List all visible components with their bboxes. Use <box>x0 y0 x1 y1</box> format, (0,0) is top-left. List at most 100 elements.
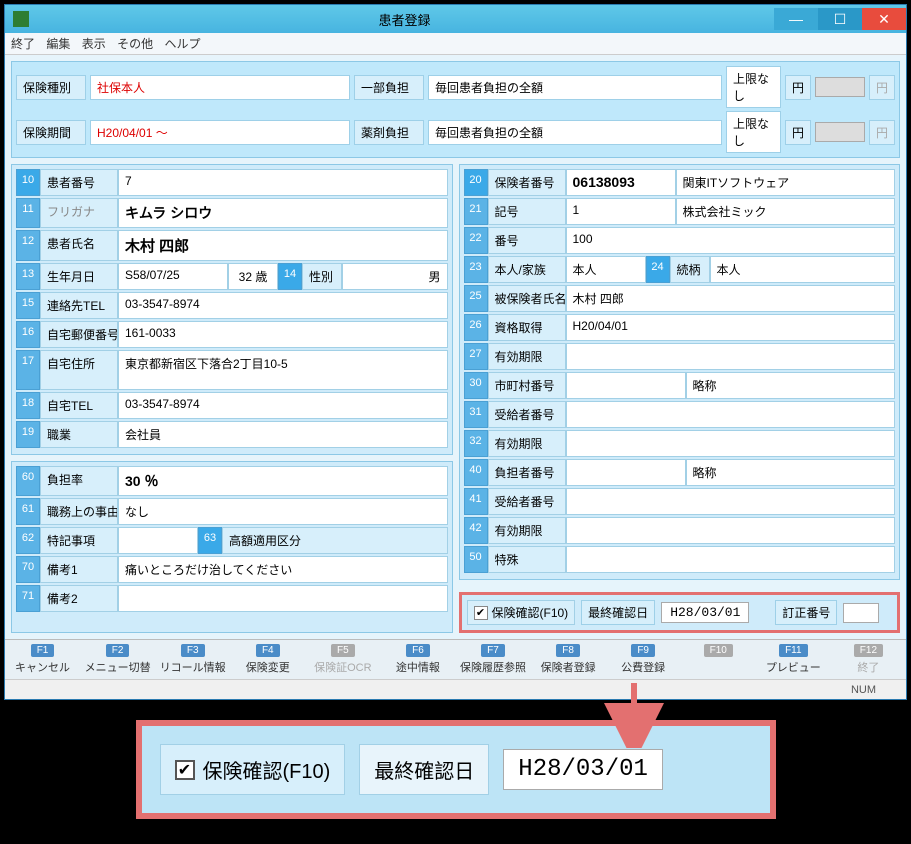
f6-midinfo[interactable]: F6途中情報 <box>382 644 453 675</box>
menu-help[interactable]: ヘルプ <box>164 37 200 51</box>
insurance-strip: 保険種別 社保本人 一部負担 毎回患者負担の全額 上限なし 円 円 保険期間 H… <box>11 61 900 158</box>
dob[interactable]: S58/07/25 <box>118 263 228 290</box>
f4-ins-change[interactable]: F4保険変更 <box>232 644 303 675</box>
close-button[interactable]: ✕ <box>862 8 906 30</box>
f8-insurer-reg[interactable]: F8保険者登録 <box>533 644 604 675</box>
address[interactable]: 東京都新宿区下落合2丁目10-5 <box>118 350 448 390</box>
zip[interactable]: 161-0033 <box>118 321 448 348</box>
client-area: 保険種別 社保本人 一部負担 毎回患者負担の全額 上限なし 円 円 保険期間 H… <box>5 55 906 639</box>
minimize-button[interactable]: — <box>774 8 818 30</box>
high-cost-label: 高額適用区分 <box>222 527 448 554</box>
remark1[interactable]: 痛いところだけ治してください <box>118 556 448 583</box>
num-10: 10 <box>16 169 40 196</box>
f3-recall[interactable]: F3リコール情報 <box>157 644 228 675</box>
valid-until[interactable] <box>566 343 896 370</box>
furigana[interactable]: キムラ シロウ <box>118 198 448 228</box>
maximize-button[interactable]: ☐ <box>818 8 862 30</box>
number[interactable]: 100 <box>566 227 896 254</box>
patient-no[interactable]: 7 <box>118 169 448 196</box>
num-13: 13 <box>16 263 40 290</box>
f1-cancel[interactable]: F1キャンセル <box>7 644 78 675</box>
ins-type-label: 保険種別 <box>16 75 86 100</box>
app-window: 患者登録 — ☐ ✕ 終了 編集 表示 その他 ヘルプ 保険種別 社保本人 一部… <box>4 4 907 700</box>
menu-edit[interactable]: 編集 <box>46 37 70 51</box>
work-reason[interactable]: なし <box>118 498 448 525</box>
insured-name[interactable]: 木村 四郎 <box>566 285 896 312</box>
num-11: 11 <box>16 198 40 228</box>
correction-no-field[interactable] <box>843 603 879 623</box>
num-42: 42 <box>464 517 488 544</box>
home-tel-label: 自宅TEL <box>40 392 118 419</box>
statusbar: NUM <box>5 679 906 699</box>
callout-date: H28/03/01 <box>503 749 663 790</box>
address-label: 自宅住所 <box>40 350 118 390</box>
recipient-no[interactable] <box>566 401 896 428</box>
sex[interactable]: 男 <box>342 263 448 290</box>
num-61: 61 <box>16 498 40 525</box>
app-icon <box>13 11 29 27</box>
insurer-panel: 20保険者番号06138093関東ITソフトウェア 21記号1株式会社ミック 2… <box>459 164 901 580</box>
work-reason-label: 職務上の事由 <box>40 498 118 525</box>
num-63: 63 <box>198 527 222 554</box>
num-12: 12 <box>16 230 40 261</box>
copay-amount <box>815 77 865 97</box>
insurance-confirm-toggle[interactable]: ✔ 保険確認(F10) <box>467 600 576 625</box>
burden-panel: 60負担率30 ％ 61職務上の事由なし 62 特記事項 63 高額適用区分 7… <box>11 461 453 633</box>
num-22: 22 <box>464 227 488 254</box>
ins-period-label: 保険期間 <box>16 120 86 145</box>
payer-no-label: 負担者番号 <box>488 459 566 486</box>
window-title: 患者登録 <box>35 10 774 29</box>
relation[interactable]: 本人 <box>710 256 896 283</box>
age: 32 歳 <box>228 263 278 290</box>
f9-public-fund[interactable]: F9公費登録 <box>608 644 679 675</box>
valid-32[interactable] <box>566 430 896 457</box>
qualification[interactable]: H20/04/01 <box>566 314 896 341</box>
pharm-label: 薬剤負担 <box>354 120 424 145</box>
menu-view[interactable]: 表示 <box>82 37 106 51</box>
insurer-no[interactable]: 06138093 <box>566 169 676 196</box>
recipient-41-label: 受給者番号 <box>488 488 566 515</box>
last-confirm-date[interactable]: H28/03/01 <box>661 602 749 623</box>
home-tel[interactable]: 03-3547-8974 <box>118 392 448 419</box>
burden-rate[interactable]: 30 ％ <box>118 466 448 496</box>
patient-name[interactable]: 木村 四郎 <box>118 230 448 261</box>
ins-period-value: H20/04/01 ～ <box>90 120 350 145</box>
symbol-label: 記号 <box>488 198 566 225</box>
special[interactable] <box>566 546 896 573</box>
recipient-41[interactable] <box>566 488 896 515</box>
occupation[interactable]: 会社員 <box>118 421 448 448</box>
menu-end[interactable]: 終了 <box>11 37 35 51</box>
menu-other[interactable]: その他 <box>117 37 153 51</box>
special-label: 特殊 <box>488 546 566 573</box>
num-25: 25 <box>464 285 488 312</box>
relation-label: 続柄 <box>670 256 710 283</box>
person-family[interactable]: 本人 <box>566 256 646 283</box>
municipality[interactable] <box>566 372 686 399</box>
correction-no-label: 訂正番号 <box>775 600 837 625</box>
valid-42[interactable] <box>566 517 896 544</box>
menubar: 終了 編集 表示 その他 ヘルプ <box>5 33 906 55</box>
payer-abbr: 略称 <box>686 459 896 486</box>
insurer-name: 関東ITソフトウェア <box>676 169 896 196</box>
valid-42-label: 有効期限 <box>488 517 566 544</box>
num-20: 20 <box>464 169 488 196</box>
remark2[interactable] <box>118 585 448 612</box>
insurance-confirm-callout: ✔ 保険確認(F10) 最終確認日 H28/03/01 <box>136 720 776 819</box>
payer-no[interactable] <box>566 459 686 486</box>
num-32: 32 <box>464 430 488 457</box>
last-confirm-label: 最終確認日 <box>581 600 655 625</box>
insurance-confirm-checkbox[interactable]: ✔ <box>474 606 488 620</box>
f2-menu-switch[interactable]: F2メニュー切替 <box>82 644 153 675</box>
num-19: 19 <box>16 421 40 448</box>
notes-label: 特記事項 <box>40 527 118 554</box>
symbol[interactable]: 1 <box>566 198 676 225</box>
callout-checkbox: ✔ <box>175 760 195 780</box>
contact-tel[interactable]: 03-3547-8974 <box>118 292 448 319</box>
patient-name-label: 患者氏名 <box>40 230 118 261</box>
num-17: 17 <box>16 350 40 390</box>
patient-panel: 10患者番号7 11フリガナキムラ シロウ 12患者氏名木村 四郎 13 生年月… <box>11 164 453 455</box>
notes[interactable] <box>118 527 198 554</box>
number-label: 番号 <box>488 227 566 254</box>
f7-history[interactable]: F7保険履歴参照 <box>457 644 528 675</box>
f11-preview[interactable]: F11プレビュー <box>758 644 829 675</box>
